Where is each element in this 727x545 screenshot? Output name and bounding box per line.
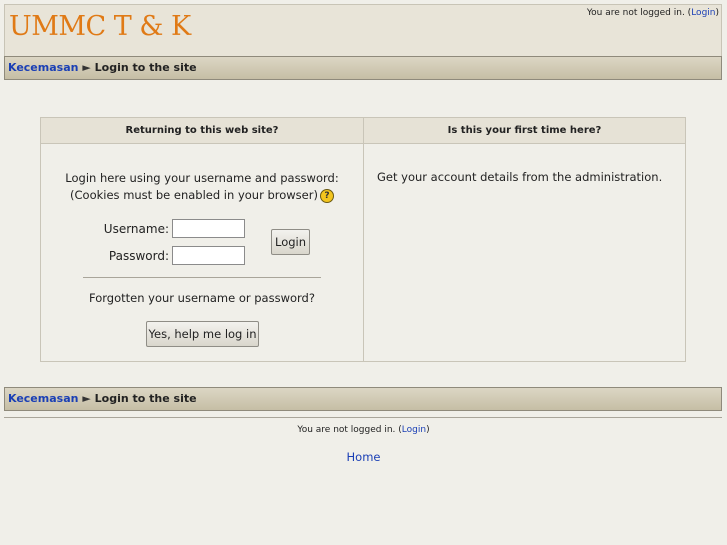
home-link[interactable]: Home [347,450,381,464]
login-box: Returning to this web site? Login here u… [40,117,686,362]
first-time-panel: Is this your first time here? Get your a… [364,118,685,361]
footer-home: Home [0,450,727,464]
breadcrumb-separator-bottom: ► [82,392,91,405]
login-intro-line2-wrap: (Cookies must be enabled in your browser… [41,187,363,204]
password-input[interactable] [172,246,245,265]
login-status-bottom: You are not logged in. (Login) [0,425,727,435]
breadcrumb-top: Kecemasan ► Login to the site [4,56,722,80]
footer-login-status-suffix: ) [426,425,430,435]
login-button[interactable]: Login [271,229,310,255]
login-status-top: You are not logged in. (Login) [587,8,719,18]
forgot-text: Forgotten your username or password? [89,291,315,305]
login-status-suffix: ) [715,8,719,18]
breadcrumb-separator: ► [82,61,91,74]
site-title: UMMC T & K [9,11,191,42]
breadcrumb-bottom: Kecemasan ► Login to the site [4,387,722,411]
password-label: Password: [108,249,169,263]
first-time-text: Get your account details from the admini… [377,170,663,184]
help-icon[interactable]: ? [319,188,334,203]
login-link-bottom[interactable]: Login [402,425,426,435]
help-me-login-button[interactable]: Yes, help me log in [146,321,259,347]
first-time-heading: Is this your first time here? [364,118,685,144]
returning-user-panel: Returning to this web site? Login here u… [41,118,364,361]
login-intro-line2: (Cookies must be enabled in your browser… [70,188,318,202]
breadcrumb-home-link[interactable]: Kecemasan [8,61,78,74]
username-label: Username: [103,222,169,236]
login-status-text: You are not logged in. ( [586,8,692,18]
footer-divider [4,417,722,418]
breadcrumb-current-bottom: Login to the site [94,392,197,405]
login-intro-line1: Login here using your username and passw… [65,171,339,185]
form-divider [83,277,321,278]
breadcrumb-current: Login to the site [94,61,197,74]
footer-login-status-text: You are not logged in. ( [297,425,402,435]
returning-heading: Returning to this web site? [41,118,363,144]
page-header: UMMC T & K You are not logged in. (Login… [4,4,722,56]
login-link-top[interactable]: Login [691,8,715,18]
login-intro: Login here using your username and passw… [41,170,363,204]
username-input[interactable] [172,219,245,238]
breadcrumb-home-link-bottom[interactable]: Kecemasan [8,392,78,405]
